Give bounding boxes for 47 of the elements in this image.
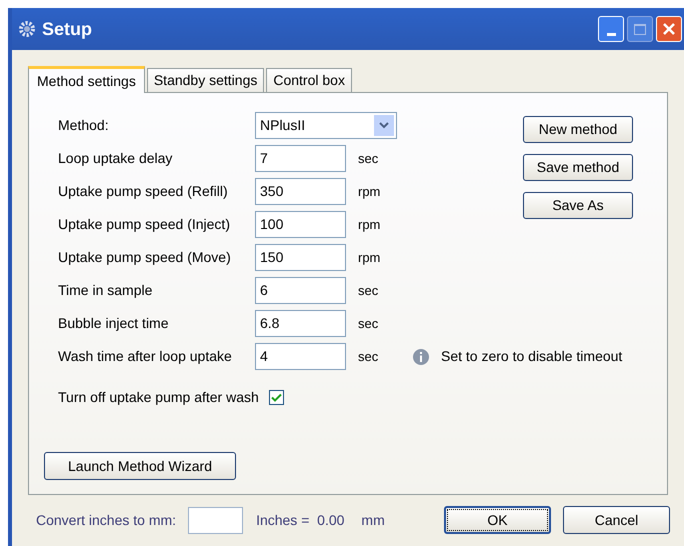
input-field[interactable]: 7 [255, 145, 346, 172]
field-label: Wash time after loop uptake [58, 347, 233, 366]
dialog-button[interactable]: OK [444, 506, 551, 534]
tab[interactable]: Standby settings [146, 68, 264, 92]
chevron-down-icon [374, 115, 394, 136]
method-button[interactable]: New method [523, 116, 633, 143]
input-field[interactable]: 6 [255, 277, 346, 304]
field-label: Loop uptake delay [58, 149, 174, 168]
close-button[interactable] [656, 16, 682, 42]
inches-input[interactable] [188, 506, 244, 534]
field-label: Bubble inject time [58, 314, 170, 333]
checkbox[interactable] [268, 390, 284, 404]
close-icon [662, 22, 676, 36]
unit-label: sec [358, 348, 380, 366]
hint-text: Set to zero to disable timeout [441, 347, 622, 366]
unit-label: sec [358, 314, 380, 333]
field-label: Uptake pump speed (Move) [58, 248, 232, 267]
gear-icon [18, 20, 36, 38]
window-title: Setup [42, 18, 92, 41]
converter-result: Inches = 0.00 [256, 510, 344, 530]
unit-label: rpm [358, 216, 382, 234]
checkbox-label: Turn off uptake pump after wash [58, 388, 259, 407]
input-field[interactable]: 6.8 [255, 310, 346, 337]
method-button[interactable]: Save As [523, 192, 633, 219]
input-field[interactable]: 4 [255, 343, 346, 370]
info-icon [413, 348, 429, 364]
field-label: Uptake pump speed (Inject) [58, 215, 231, 234]
tab[interactable]: Method settings [28, 66, 145, 93]
minimize-button[interactable] [598, 16, 624, 42]
unit-label: mm [361, 510, 385, 530]
unit-label: sec [358, 150, 380, 168]
maximize-button[interactable] [627, 16, 653, 42]
field-label: Time in sample [58, 281, 154, 300]
field-label: Uptake pump speed (Refill) [58, 182, 229, 201]
converter-label: Convert inches to mm: [36, 510, 176, 530]
input-field[interactable]: 100 [255, 211, 346, 238]
method-button[interactable]: Save method [523, 154, 633, 181]
unit-label: rpm [358, 248, 382, 267]
field-label: Method: [58, 116, 110, 135]
dialog-button[interactable]: Cancel [563, 506, 670, 534]
unit-label: rpm [358, 182, 382, 201]
method-dropdown[interactable]: NPlusII [255, 112, 397, 139]
unit-label: sec [358, 282, 380, 300]
launch-wizard-button[interactable]: Launch Method Wizard [44, 452, 236, 480]
tab[interactable]: Control box [266, 68, 352, 92]
input-field[interactable]: 350 [255, 178, 346, 205]
input-field[interactable]: 150 [255, 244, 346, 271]
